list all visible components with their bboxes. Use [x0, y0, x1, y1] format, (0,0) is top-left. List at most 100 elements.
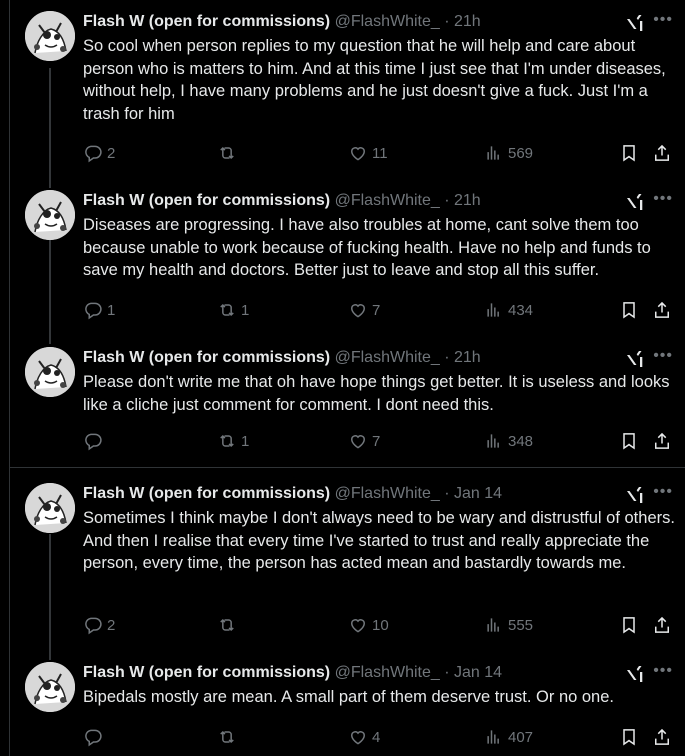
reply-count: 2 — [107, 616, 116, 634]
more-icon[interactable]: ••• — [653, 190, 673, 208]
like-count: 4 — [372, 728, 381, 746]
display-name[interactable]: Flash W (open for commissions) — [83, 192, 330, 209]
bookmark-button[interactable] — [619, 614, 639, 636]
avatar[interactable] — [25, 483, 75, 533]
reply-button[interactable] — [83, 726, 107, 748]
share-icon — [652, 615, 672, 635]
separator-dot: · — [444, 485, 450, 502]
like-count: 11 — [372, 144, 388, 162]
more-icon[interactable]: ••• — [653, 662, 673, 680]
like-count: 7 — [372, 432, 381, 450]
views-button[interactable]: 348 — [484, 430, 533, 452]
avatar[interactable] — [25, 347, 75, 397]
reply-button[interactable]: 2 — [83, 142, 115, 164]
share-icon — [652, 300, 672, 320]
like-button[interactable]: 4 — [348, 726, 380, 748]
like-button[interactable]: 11 — [348, 142, 388, 164]
display-name[interactable]: Flash W (open for commissions) — [83, 349, 330, 366]
grok-icon[interactable] — [625, 486, 645, 504]
user-handle[interactable]: @FlashWhite_ — [335, 13, 440, 30]
tweet-text: Diseases are progressing. I have also tr… — [83, 216, 651, 280]
bookmark-button[interactable] — [619, 726, 639, 748]
retweet-button[interactable]: 1 — [217, 430, 249, 452]
more-icon[interactable]: ••• — [653, 347, 673, 365]
tweet[interactable]: Flash W (open for commissions) @FlashWhi… — [0, 483, 685, 643]
tweet[interactable]: Flash W (open for commissions) @FlashWhi… — [0, 662, 685, 756]
views-button[interactable]: 569 — [484, 142, 533, 164]
views-icon — [484, 300, 504, 320]
user-handle[interactable]: @FlashWhite_ — [335, 349, 440, 366]
bookmark-button[interactable] — [619, 142, 639, 164]
tweet-header: Flash W (open for commissions) @FlashWhi… — [83, 347, 675, 369]
display-name[interactable]: Flash W (open for commissions) — [83, 13, 330, 30]
bookmark-button[interactable] — [619, 430, 639, 452]
share-button[interactable] — [652, 726, 672, 748]
timestamp[interactable]: Jan 14 — [454, 485, 502, 502]
retweet-button[interactable] — [217, 614, 241, 636]
timestamp[interactable]: 21h — [454, 349, 481, 366]
separator-dot: · — [444, 349, 450, 366]
timestamp[interactable]: Jan 14 — [454, 664, 502, 681]
action-bar: 2 11 569 — [83, 142, 675, 164]
reply-button[interactable]: 1 — [83, 299, 115, 321]
share-icon — [652, 727, 672, 747]
reply-icon — [83, 615, 103, 635]
view-count: 434 — [508, 301, 534, 319]
like-button[interactable]: 7 — [348, 299, 380, 321]
retweet-count: 1 — [241, 432, 250, 450]
reply-button[interactable] — [83, 430, 107, 452]
retweet-count: 1 — [241, 301, 250, 319]
user-handle[interactable]: @FlashWhite_ — [335, 664, 440, 681]
tweet-text: Bipedals mostly are mean. A small part o… — [83, 688, 614, 706]
retweet-button[interactable]: 1 — [217, 299, 249, 321]
retweet-icon — [217, 300, 237, 320]
avatar[interactable] — [25, 11, 75, 61]
tweet[interactable]: Flash W (open for commissions) @FlashWhi… — [0, 11, 685, 171]
bookmark-icon — [619, 143, 639, 163]
views-button[interactable]: 407 — [484, 726, 533, 748]
retweet-icon — [217, 615, 237, 635]
like-button[interactable]: 7 — [348, 430, 380, 452]
reply-icon — [83, 143, 103, 163]
grok-icon[interactable] — [625, 665, 645, 683]
action-bar: 2 10 555 — [83, 614, 675, 636]
like-button[interactable]: 10 — [348, 614, 389, 636]
bookmark-icon — [619, 615, 639, 635]
more-icon[interactable]: ••• — [653, 483, 673, 501]
tweet[interactable]: Flash W (open for commissions) @FlashWhi… — [0, 347, 685, 457]
views-button[interactable]: 555 — [484, 614, 533, 636]
retweet-button[interactable] — [217, 726, 241, 748]
share-button[interactable] — [652, 299, 672, 321]
share-button[interactable] — [652, 614, 672, 636]
grok-icon[interactable] — [625, 350, 645, 368]
views-button[interactable]: 434 — [484, 299, 533, 321]
reply-button[interactable]: 2 — [83, 614, 115, 636]
view-count: 555 — [508, 616, 534, 634]
like-count: 7 — [372, 301, 381, 319]
retweet-button[interactable] — [217, 142, 241, 164]
avatar[interactable] — [25, 190, 75, 240]
avatar[interactable] — [25, 662, 75, 712]
display-name[interactable]: Flash W (open for commissions) — [83, 664, 330, 681]
bookmark-icon — [619, 727, 639, 747]
tweet-header: Flash W (open for commissions) @FlashWhi… — [83, 11, 675, 33]
more-icon[interactable]: ••• — [653, 11, 673, 29]
tweet-text: Sometimes I think maybe I don't always n… — [83, 509, 675, 573]
thread-divider — [9, 467, 685, 468]
share-button[interactable] — [652, 430, 672, 452]
heart-icon — [348, 615, 368, 635]
tweet-header: Flash W (open for commissions) @FlashWhi… — [83, 483, 675, 505]
retweet-icon — [217, 431, 237, 451]
retweet-icon — [217, 727, 237, 747]
timestamp[interactable]: 21h — [454, 192, 481, 209]
timestamp[interactable]: 21h — [454, 13, 481, 30]
user-handle[interactable]: @FlashWhite_ — [335, 485, 440, 502]
share-button[interactable] — [652, 142, 672, 164]
grok-icon[interactable] — [625, 14, 645, 32]
bookmark-icon — [619, 431, 639, 451]
tweet[interactable]: Flash W (open for commissions) @FlashWhi… — [0, 190, 685, 330]
bookmark-button[interactable] — [619, 299, 639, 321]
grok-icon[interactable] — [625, 193, 645, 211]
user-handle[interactable]: @FlashWhite_ — [335, 192, 440, 209]
display-name[interactable]: Flash W (open for commissions) — [83, 485, 330, 502]
